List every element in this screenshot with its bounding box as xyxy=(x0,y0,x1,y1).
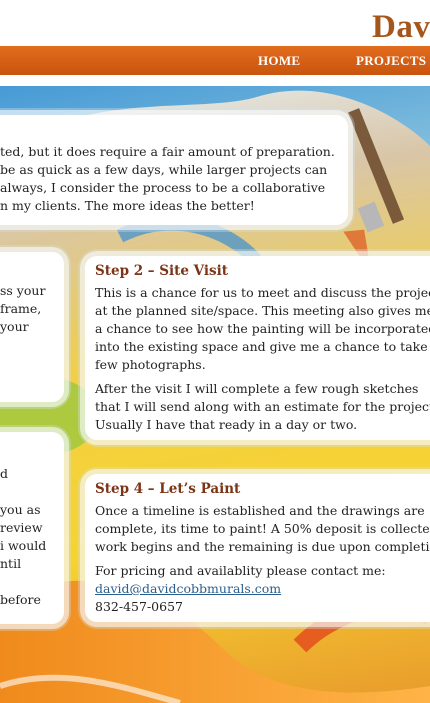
step1-text: ss your frame, your xyxy=(0,282,45,336)
phone-number: 832-457-0657 xyxy=(95,599,183,614)
intro-line: always, I consider the process to be a c… xyxy=(0,180,326,195)
paintbrush-icon xyxy=(343,108,405,275)
intro-line: be as quick as a few days, while larger … xyxy=(0,162,328,177)
step4-line: work begins and the remaining is due upo… xyxy=(95,539,430,554)
intro-line: ted, but it does require a fair amount o… xyxy=(0,144,335,159)
step3-line: i would xyxy=(0,538,47,553)
step2-line: Usually I have that ready in a day or tw… xyxy=(95,417,358,432)
step3-line xyxy=(0,483,46,501)
email-link[interactable]: david@davidcobbmurals.com xyxy=(95,581,281,596)
step2-line: few photographs. xyxy=(95,357,206,372)
nav-divider xyxy=(0,75,430,86)
step1-line: your xyxy=(0,319,29,334)
step4-card: Step 4 – Let’s Paint Once a timeline is … xyxy=(85,474,430,622)
step2-line: After the visit I will complete a few ro… xyxy=(95,381,419,396)
intro-card: ted, but it does require a fair amount o… xyxy=(0,115,348,225)
step4-title: Step 4 – Let’s Paint xyxy=(95,481,241,497)
step2-line: at the planned site/space. This meeting … xyxy=(95,303,430,318)
step4-line: complete, its time to paint! A 50% depos… xyxy=(95,521,430,536)
step2-line: that I will send along with an estimate … xyxy=(95,399,430,414)
step1-card: ss your frame, your xyxy=(0,252,64,402)
intro-line: n my clients. The more ideas the better! xyxy=(0,198,255,213)
step1-line: ss your xyxy=(0,283,46,298)
nav-projects-link[interactable]: PROJECTS xyxy=(356,53,426,69)
site-header: Dav xyxy=(0,0,430,46)
step2-line: into the existing space and give me a ch… xyxy=(95,339,430,354)
step2-line: a chance to see how the painting will be… xyxy=(95,321,430,336)
step2-card: Step 2 – Site Visit This is a chance for… xyxy=(85,256,430,440)
site-logo[interactable]: Dav xyxy=(372,9,430,46)
nav-home-link[interactable]: HOME xyxy=(258,53,300,69)
step3-line: you as xyxy=(0,502,41,517)
step3-line: d xyxy=(0,466,9,481)
step2-content: Step 2 – Site Visit This is a chance for… xyxy=(95,262,430,434)
main-nav: HOME PROJECTS xyxy=(0,46,430,76)
page: Dav HOME PROJECTS ted, but it does requi… xyxy=(0,0,430,703)
step2-title: Step 2 – Site Visit xyxy=(95,263,228,279)
step3-line: review xyxy=(0,520,43,535)
intro-text: ted, but it does require a fair amount o… xyxy=(0,143,335,215)
step3-line xyxy=(0,573,46,591)
step2-line: This is a chance for us to meet and disc… xyxy=(95,285,430,300)
contact-text: For pricing and availablity please conta… xyxy=(95,563,386,578)
step1-line: frame, xyxy=(0,301,42,316)
step3-card: d you as review i would ntil before xyxy=(0,432,64,624)
step3-text: d you as review i would ntil before xyxy=(0,465,46,609)
step3-line: ntil xyxy=(0,556,22,571)
step4-content: Step 4 – Let’s Paint Once a timeline is … xyxy=(95,480,430,616)
step3-line: before xyxy=(0,592,41,607)
step4-line: Once a timeline is established and the d… xyxy=(95,503,425,518)
